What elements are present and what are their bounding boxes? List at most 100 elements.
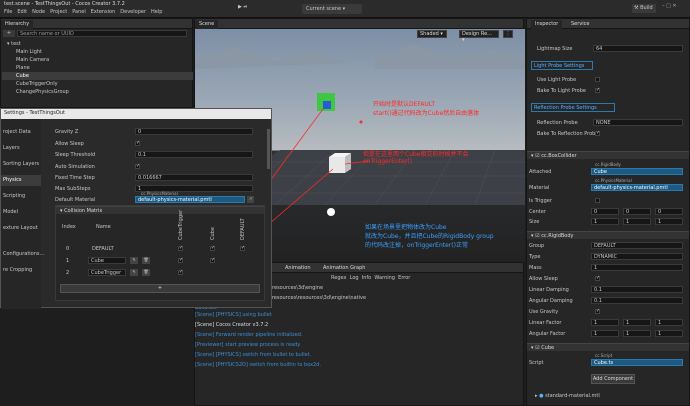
size-z-input[interactable]: 1 [655, 218, 683, 225]
warning-filter[interactable]: Warning [374, 275, 395, 281]
settings-nav-sorting-layers[interactable]: Sorting Layers [3, 161, 39, 167]
build-button[interactable]: ⚒ Build [632, 4, 656, 13]
angular-factor-z[interactable]: 1 [655, 330, 683, 337]
tab-service[interactable]: Service [567, 20, 593, 29]
menu-edit[interactable]: Edit [17, 9, 27, 15]
reflection-probe-settings-button[interactable]: Reflection Probe Settings [531, 103, 615, 112]
tab-hierarchy[interactable]: Hierarchy [1, 20, 34, 29]
log-filter[interactable]: Log [350, 275, 359, 281]
angular-factor-x[interactable]: 1 [591, 330, 619, 337]
material-footer[interactable]: ▸ ● standard-material.mtl [535, 393, 600, 399]
cube-script-header[interactable]: ▾ ☑ Cube [527, 343, 689, 351]
is-trigger-checkbox[interactable] [595, 198, 600, 203]
linear-factor-z[interactable]: 1 [655, 319, 683, 326]
settings-nav-project-data[interactable]: roject Data [3, 129, 31, 135]
mass-input[interactable]: 1 [591, 264, 683, 271]
center-z-input[interactable]: 0 [655, 208, 683, 215]
menu-panel[interactable]: Panel [72, 9, 86, 15]
tree-item-plane[interactable]: Plane [16, 65, 30, 71]
close-icon[interactable]: ✕ [672, 3, 676, 9]
use-gravity-checkbox[interactable] [595, 308, 600, 314]
add-group-button[interactable]: + [60, 284, 260, 293]
reflection-probe-select[interactable]: NONE [593, 119, 683, 126]
add-node-button[interactable]: + [3, 30, 15, 37]
matrix-row-1-name[interactable]: Cube [88, 257, 126, 264]
bake-reflection-probe-checkbox[interactable] [595, 130, 600, 136]
play-icon[interactable]: ▶ [238, 4, 242, 10]
gravity-z-input[interactable]: 0 [135, 128, 253, 135]
tree-item-test[interactable]: ▾ test [7, 41, 21, 47]
tree-item-main-light[interactable]: Main Light [16, 49, 42, 55]
center-y-input[interactable]: 0 [623, 208, 651, 215]
step-icon[interactable]: ⏯ [243, 4, 247, 10]
settings-nav-scripting[interactable]: Scripting [3, 193, 25, 199]
menu-extension[interactable]: Extension [91, 9, 116, 15]
matrix-checkbox-1-0[interactable] [178, 257, 183, 263]
matrix-checkbox-2-0[interactable] [178, 269, 183, 275]
scene-select[interactable]: Current scene ▾ [302, 4, 362, 14]
light-icon[interactable] [327, 208, 335, 216]
tab-animation[interactable]: Animation [281, 264, 315, 273]
linear-damping-input[interactable]: 0.1 [591, 286, 683, 293]
minimize-icon[interactable]: – [662, 3, 665, 9]
script-field[interactable]: Cube.ts [591, 359, 683, 366]
linear-factor-x[interactable]: 1 [591, 319, 619, 326]
menu-developer[interactable]: Developer [120, 9, 146, 15]
menu-node[interactable]: Node [32, 9, 45, 15]
size-y-input[interactable]: 1 [623, 218, 651, 225]
matrix-row-2-name[interactable]: CubeTrigger [88, 269, 126, 276]
tree-item-main-camera[interactable]: Main Camera [16, 57, 49, 63]
settings-nav-cropping[interactable]: re Cropping [3, 267, 32, 273]
default-material-field[interactable]: default-physics-material.pmtl [135, 196, 245, 203]
rigid-body-header[interactable]: ▾ ☑ cc.RigidBody [527, 231, 689, 239]
lightmap-size-input[interactable]: 64 [593, 45, 683, 52]
center-x-input[interactable]: 0 [591, 208, 619, 215]
tab-inspector[interactable]: Inspector [531, 20, 563, 29]
settings-nav-physics[interactable]: Physics [3, 177, 22, 183]
add-component-button[interactable]: Add Component [591, 374, 635, 384]
tree-item-cube-trigger-only[interactable]: CubeTriggerOnly [16, 81, 58, 87]
attached-field[interactable]: Cube [591, 168, 683, 175]
size-x-input[interactable]: 1 [591, 218, 619, 225]
locate-icon[interactable]: ↗ [247, 196, 254, 203]
bake-light-probe-checkbox[interactable] [595, 87, 600, 93]
settings-nav-configurations[interactable]: Configurations... [3, 251, 44, 257]
menu-project[interactable]: Project [50, 9, 67, 15]
material-field[interactable]: default-physics-material.pmtl [591, 184, 683, 191]
tree-item-cube[interactable]: Cube [16, 73, 29, 79]
collision-matrix-header[interactable]: ▾ Collision Matrix [56, 206, 264, 214]
maximize-icon[interactable]: □ [666, 3, 671, 9]
tree-item-change-physics-group[interactable]: ChangePhysicsGroup [16, 89, 69, 95]
error-filter[interactable]: Error [398, 275, 410, 281]
settings-scrollbar[interactable] [267, 129, 270, 169]
hierarchy-search-input[interactable]: Search name or UUID [17, 30, 187, 37]
angular-damping-input[interactable]: 0.1 [591, 297, 683, 304]
menu-help[interactable]: Help [151, 9, 162, 15]
regex-filter[interactable]: Regex [331, 275, 346, 281]
more-icon[interactable]: ⋮ [503, 30, 513, 38]
use-light-probe-checkbox[interactable] [595, 77, 600, 82]
settings-nav-texture-layout[interactable]: exture Layout [3, 225, 38, 231]
edit-icon[interactable]: ✎ [130, 269, 138, 276]
light-probe-settings-button[interactable]: Light Probe Settings [531, 61, 593, 70]
rb-allow-sleep-checkbox[interactable] [595, 275, 600, 281]
allow-sleep-checkbox[interactable] [135, 140, 140, 146]
matrix-checkbox-0-1[interactable] [210, 245, 215, 251]
sleep-threshold-input[interactable]: 0.1 [135, 151, 253, 158]
matrix-checkbox-1-1[interactable] [210, 257, 215, 263]
matrix-checkbox-0-2[interactable] [240, 245, 245, 251]
box-collider-header[interactable]: ▾ ☑ cc.BoxCollider [527, 151, 689, 159]
fixed-time-step-input[interactable]: 0.016667 [135, 174, 253, 181]
settings-nav-layers[interactable]: Layers [3, 145, 20, 151]
tab-animation-graph[interactable]: Animation Graph [319, 264, 369, 273]
linear-factor-y[interactable]: 1 [623, 319, 651, 326]
shading-select[interactable]: Shaded ▾ [417, 30, 447, 38]
tab-scene[interactable]: Scene [195, 20, 219, 29]
auto-simulation-checkbox[interactable] [135, 163, 140, 169]
design-resolution-select[interactable]: Design Re... ▾ [459, 30, 499, 43]
type-select[interactable]: DYNAMIC [591, 253, 683, 260]
settings-nav-model[interactable]: Model [3, 209, 18, 215]
menu-file[interactable]: File [4, 9, 12, 15]
matrix-checkbox-0-0[interactable] [178, 245, 183, 251]
info-filter[interactable]: Info [362, 275, 371, 281]
